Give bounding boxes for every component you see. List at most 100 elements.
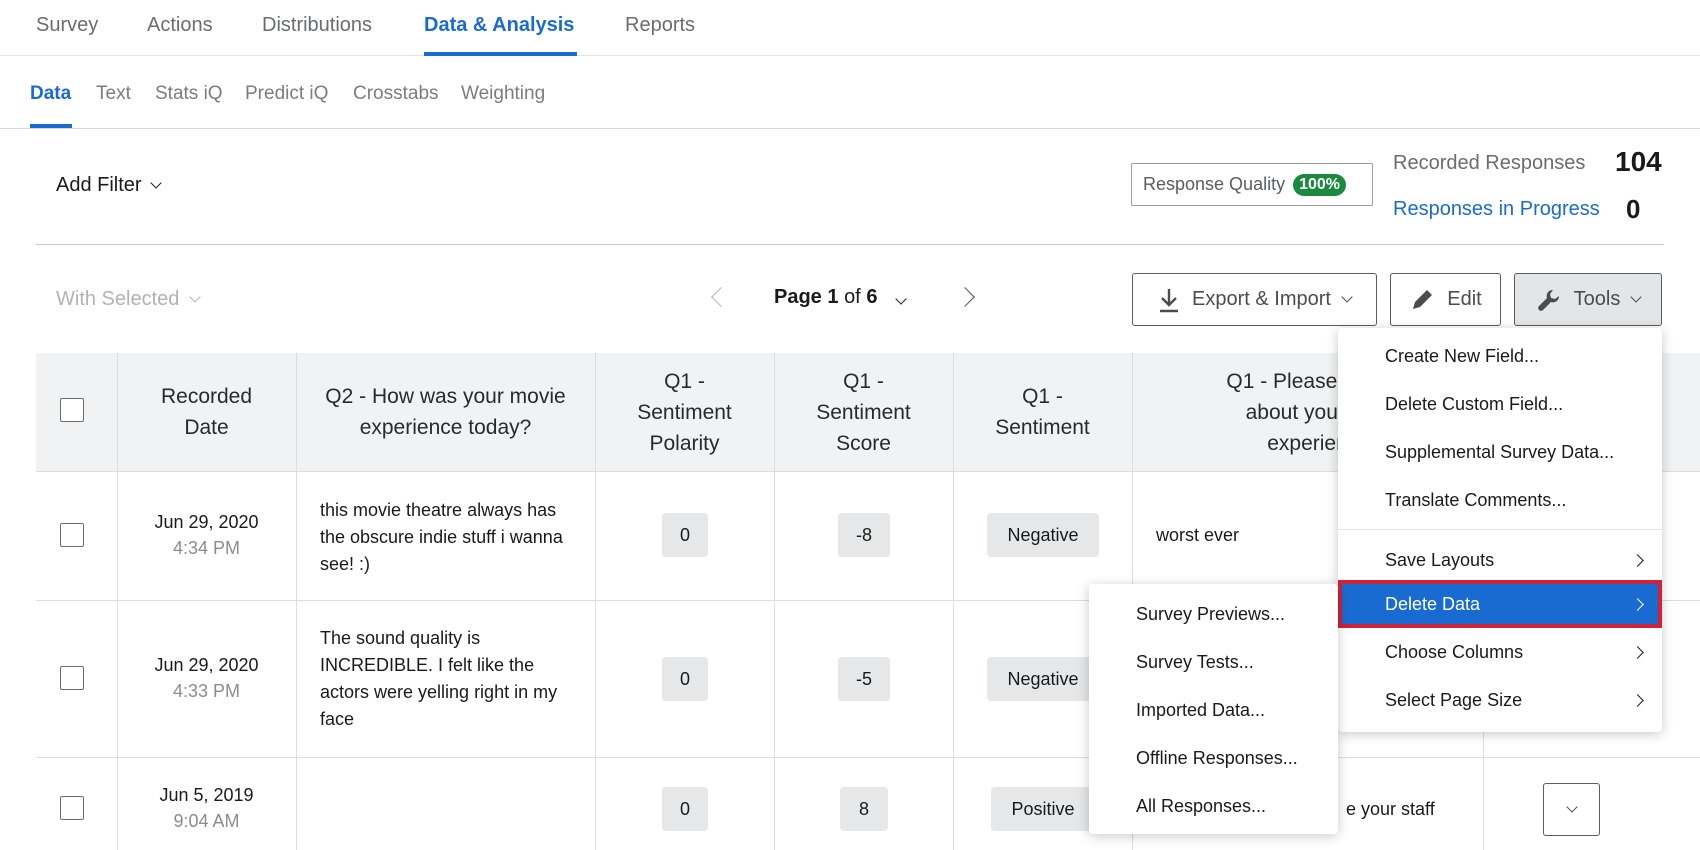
date-text: Jun 5, 2019: [159, 785, 254, 805]
score-value: -8: [838, 513, 890, 557]
time-text: 4:34 PM: [172, 538, 241, 558]
edit-button[interactable]: Edit: [1390, 273, 1501, 326]
tab-survey[interactable]: Survey: [36, 14, 98, 37]
subtab-stats-iq[interactable]: Stats iQ: [155, 83, 223, 105]
subtab-text[interactable]: Text: [96, 83, 131, 105]
q1-response-text: e your staff: [1346, 799, 1435, 819]
recorded-date-cell: Jun 5, 2019 9:04 AM: [117, 782, 296, 834]
page-total: 6: [866, 286, 878, 308]
row-checkbox[interactable]: [60, 523, 84, 547]
chevron-down-icon: [1630, 291, 1643, 303]
polarity-value: 0: [662, 787, 708, 831]
header-q2[interactable]: Q2 - How was your movie experience today…: [296, 353, 595, 471]
subtab-crosstabs[interactable]: Crosstabs: [353, 83, 439, 105]
tab-reports[interactable]: Reports: [625, 14, 695, 37]
date-text: Jun 29, 2020: [154, 512, 259, 532]
chevron-right-icon: [1631, 694, 1644, 707]
menu-item-all-responses[interactable]: All Responses...: [1089, 782, 1338, 830]
pencil-icon: [1413, 289, 1433, 309]
chevron-right-icon: [1631, 646, 1644, 659]
export-import-button[interactable]: Export & Import: [1132, 273, 1377, 326]
menu-item-delete-data[interactable]: Delete Data: [1338, 580, 1662, 628]
menu-item-choose-columns[interactable]: Choose Columns: [1338, 628, 1662, 676]
with-selected-label: With Selected: [56, 288, 180, 310]
add-filter-label: Add Filter: [56, 174, 142, 196]
subtab-predict-iq[interactable]: Predict iQ: [245, 83, 328, 105]
header-polarity-label: Q1 - Sentiment Polarity: [637, 369, 732, 455]
chevron-right-icon: [955, 287, 975, 307]
menu-item-survey-tests[interactable]: Survey Tests...: [1089, 638, 1338, 686]
row-checkbox[interactable]: [60, 666, 84, 690]
menu-item-save-layouts[interactable]: Save Layouts: [1338, 536, 1662, 584]
chevron-right-icon: [1631, 598, 1644, 611]
tab-distributions[interactable]: Distributions: [262, 14, 372, 37]
sentiment-value: Negative: [987, 657, 1099, 701]
choose-columns-label: Choose Columns: [1385, 641, 1524, 662]
page-word: Page: [774, 286, 822, 308]
row-checkbox[interactable]: [60, 796, 84, 820]
tools-menu: Create New Field... Delete Custom Field.…: [1338, 328, 1662, 732]
menu-item-translate-comments[interactable]: Translate Comments...: [1338, 476, 1662, 524]
tools-button[interactable]: Tools: [1514, 273, 1662, 326]
wrench-icon: [1537, 289, 1559, 311]
chevron-left-icon: [711, 287, 731, 307]
tab-data-analysis[interactable]: Data & Analysis: [424, 14, 574, 37]
previous-page-button[interactable]: [711, 287, 731, 309]
edit-label: Edit: [1447, 288, 1482, 310]
menu-separator: [1338, 529, 1662, 530]
chevron-right-icon: [1631, 554, 1644, 567]
header-sentiment[interactable]: Q1 - Sentiment: [953, 353, 1132, 471]
recorded-responses-label: Recorded Responses: [1393, 152, 1586, 174]
subtab-data[interactable]: Data: [30, 83, 71, 105]
export-import-label: Export & Import: [1192, 288, 1331, 310]
sentiment-value: Positive: [991, 787, 1095, 831]
top-navigation: Survey Actions Distributions Data & Anal…: [0, 0, 1700, 56]
next-page-button[interactable]: [955, 287, 975, 309]
header-sentiment-label: Q1 - Sentiment: [995, 385, 1090, 439]
response-quality-label: Response Quality: [1143, 174, 1286, 194]
score-value: -5: [838, 657, 890, 701]
menu-item-offline-responses[interactable]: Offline Responses...: [1089, 734, 1338, 782]
menu-item-supplemental-survey-data[interactable]: Supplemental Survey Data...: [1338, 428, 1662, 476]
divider: [36, 244, 1664, 245]
row-actions-button[interactable]: [1543, 783, 1600, 836]
menu-item-delete-custom-field[interactable]: Delete Custom Field...: [1338, 380, 1662, 428]
tools-label: Tools: [1573, 288, 1621, 310]
header-q2-label: Q2 - How was your movie experience today…: [325, 385, 566, 439]
menu-item-survey-previews[interactable]: Survey Previews...: [1089, 590, 1338, 638]
header-recorded-date[interactable]: Recorded Date: [117, 353, 296, 471]
chevron-down-icon: [1565, 801, 1578, 813]
menu-item-imported-data[interactable]: Imported Data...: [1089, 686, 1338, 734]
delete-data-label: Delete Data: [1385, 593, 1481, 614]
date-text: Jun 29, 2020: [154, 655, 259, 675]
responses-in-progress-link[interactable]: Responses in Progress: [1393, 198, 1600, 221]
recorded-responses-count: 104: [1615, 146, 1662, 177]
time-text: 4:33 PM: [172, 681, 241, 701]
subtab-weighting[interactable]: Weighting: [461, 83, 545, 105]
responses-in-progress-count: 0: [1626, 194, 1641, 224]
q2-response-text: The sound quality is INCREDIBLE. I felt …: [320, 628, 558, 729]
chevron-down-icon: [149, 177, 162, 189]
time-text: 9:04 AM: [173, 811, 240, 831]
header-sentiment-polarity[interactable]: Q1 - Sentiment Polarity: [595, 353, 774, 471]
page-selector[interactable]: Page 1 of 6: [774, 286, 907, 309]
chevron-down-icon: [1341, 291, 1353, 303]
save-layouts-label: Save Layouts: [1385, 549, 1495, 570]
sentiment-value: Negative: [987, 513, 1099, 557]
header-q1-line: experien: [1267, 431, 1348, 455]
tab-actions[interactable]: Actions: [147, 14, 213, 37]
header-sentiment-score[interactable]: Q1 - Sentiment Score: [774, 353, 953, 471]
menu-item-select-page-size[interactable]: Select Page Size: [1338, 676, 1662, 724]
with-selected-dropdown[interactable]: With Selected: [56, 288, 202, 311]
active-subtab-indicator: [30, 124, 72, 128]
row-divider: [36, 757, 1700, 758]
chevron-down-icon: [895, 293, 907, 305]
menu-item-create-new-field[interactable]: Create New Field...: [1338, 332, 1662, 380]
q2-response-text: this movie theatre always has the obscur…: [320, 500, 563, 574]
select-all-checkbox[interactable]: [60, 398, 84, 422]
page-current: 1: [827, 286, 839, 308]
header-recorded-date-label: Recorded Date: [160, 385, 253, 439]
response-quality-button[interactable]: Response Quality 100%: [1131, 163, 1373, 206]
add-filter-button[interactable]: Add Filter: [56, 174, 162, 197]
delete-data-submenu: Survey Previews... Survey Tests... Impor…: [1089, 584, 1338, 834]
